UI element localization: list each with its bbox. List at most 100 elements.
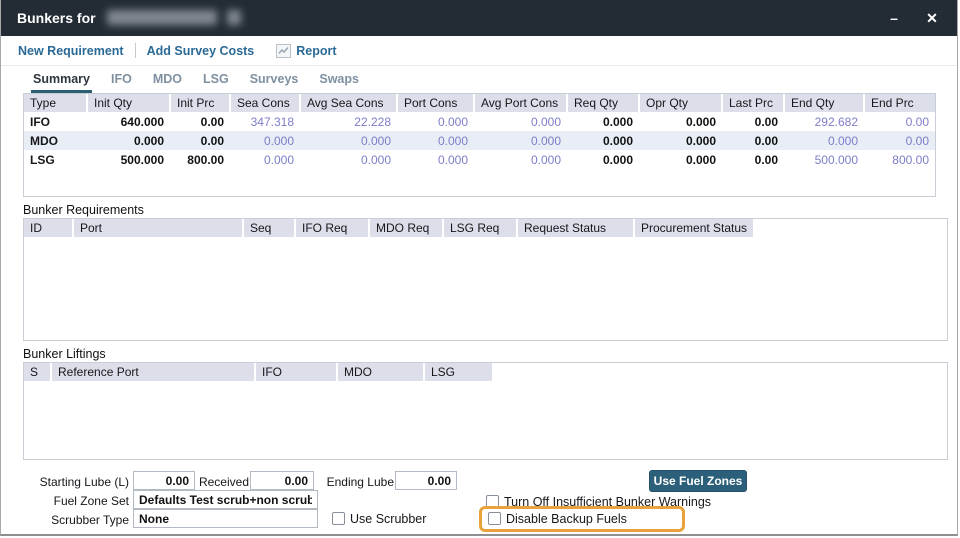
col-lsg[interactable]: LSG — [425, 363, 492, 381]
starting-lube-label: Starting Lube (L) — [1, 475, 129, 489]
cell-end-qty: 500.000 — [784, 150, 864, 169]
fuel-zone-set-field[interactable] — [133, 490, 318, 509]
cell-avg-sea-cons: 0.000 — [300, 131, 397, 150]
table-row-lsg: LSG 500.000 800.00 0.000 0.000 0.000 0.0… — [24, 150, 935, 169]
tab-surveys[interactable]: Surveys — [248, 65, 301, 93]
col-port-cons[interactable]: Port Cons — [397, 94, 474, 112]
summary-table: Type Init Qty Init Prc Sea Cons Avg Sea … — [23, 93, 936, 197]
tab-mdo[interactable]: MDO — [151, 65, 184, 93]
scrubber-type-label: Scrubber Type — [1, 513, 129, 527]
report-button[interactable]: Report — [276, 44, 336, 58]
col-procurement-status[interactable]: Procurement Status — [635, 219, 753, 237]
toolbar-divider — [135, 43, 136, 58]
col-last-prc[interactable]: Last Prc — [722, 94, 784, 112]
tab-swaps[interactable]: Swaps — [317, 65, 361, 93]
cell-opr-qty[interactable]: 0.000 — [639, 131, 722, 150]
scrubber-type-field[interactable] — [133, 509, 318, 528]
cell-avg-port-cons: 0.000 — [474, 112, 567, 131]
tab-ifo[interactable]: IFO — [109, 65, 134, 93]
col-req-qty[interactable]: Req Qty — [567, 94, 639, 112]
cell-type[interactable]: MDO — [24, 131, 87, 150]
cell-init-qty[interactable]: 640.000 — [87, 112, 170, 131]
use-fuel-zones-button[interactable]: Use Fuel Zones — [649, 470, 747, 492]
cell-sea-cons: 347.318 — [230, 112, 300, 131]
cell-req-qty[interactable]: 0.000 — [567, 112, 639, 131]
col-request-status[interactable]: Request Status — [518, 219, 633, 237]
vessel-name-redacted-suffix — [227, 10, 241, 25]
cell-end-prc: 800.00 — [864, 150, 935, 169]
cell-opr-qty[interactable]: 0.000 — [639, 112, 722, 131]
col-ifo[interactable]: IFO — [256, 363, 336, 381]
col-mdo[interactable]: MDO — [338, 363, 423, 381]
col-end-prc[interactable]: End Prc — [864, 94, 935, 112]
cell-opr-qty[interactable]: 0.000 — [639, 150, 722, 169]
add-survey-costs-button[interactable]: Add Survey Costs — [147, 44, 255, 58]
col-init-prc[interactable]: Init Prc — [170, 94, 230, 112]
minimize-button[interactable]: – — [879, 0, 909, 36]
col-sea-cons[interactable]: Sea Cons — [230, 94, 300, 112]
cell-type[interactable]: LSG — [24, 150, 87, 169]
col-ifo-req[interactable]: IFO Req — [296, 219, 368, 237]
col-port[interactable]: Port — [74, 219, 242, 237]
col-opr-qty[interactable]: Opr Qty — [639, 94, 722, 112]
col-seq[interactable]: Seq — [244, 219, 294, 237]
titlebar: Bunkers for – ✕ — [1, 0, 957, 36]
cell-avg-sea-cons: 22.228 — [300, 112, 397, 131]
received-field[interactable] — [250, 471, 314, 490]
tab-lsg[interactable]: LSG — [201, 65, 231, 93]
cell-req-qty[interactable]: 0.000 — [567, 131, 639, 150]
disable-backup-fuels-label[interactable]: Disable Backup Fuels — [506, 512, 627, 526]
cell-end-prc: 0.00 — [864, 131, 935, 150]
col-s[interactable]: S — [24, 363, 50, 381]
vessel-name-redacted — [107, 10, 217, 25]
col-avg-sea-cons[interactable]: Avg Sea Cons — [300, 94, 397, 112]
cell-init-prc[interactable]: 800.00 — [170, 150, 230, 169]
cell-init-qty[interactable]: 500.000 — [87, 150, 170, 169]
cell-init-qty[interactable]: 0.000 — [87, 131, 170, 150]
col-reference-port[interactable]: Reference Port — [52, 363, 254, 381]
cell-last-prc[interactable]: 0.00 — [722, 131, 784, 150]
bunker-liftings-header: S Reference Port IFO MDO LSG — [24, 363, 947, 381]
report-button-label: Report — [296, 44, 336, 58]
ending-lube-label: Ending Lube — [326, 475, 394, 489]
col-mdo-req[interactable]: MDO Req — [370, 219, 442, 237]
cell-avg-port-cons: 0.000 — [474, 150, 567, 169]
cell-req-qty[interactable]: 0.000 — [567, 150, 639, 169]
col-end-qty[interactable]: End Qty — [784, 94, 864, 112]
use-scrubber-checkbox[interactable] — [332, 512, 345, 525]
tab-summary[interactable]: Summary — [31, 65, 92, 93]
col-id[interactable]: ID — [24, 219, 72, 237]
cell-sea-cons: 0.000 — [230, 150, 300, 169]
cell-last-prc[interactable]: 0.00 — [722, 150, 784, 169]
col-lsg-req[interactable]: LSG Req — [444, 219, 516, 237]
cell-port-cons: 0.000 — [397, 131, 474, 150]
cell-sea-cons: 0.000 — [230, 131, 300, 150]
bunker-requirements-header: ID Port Seq IFO Req MDO Req LSG Req Requ… — [24, 219, 947, 237]
col-init-qty[interactable]: Init Qty — [87, 94, 170, 112]
dialog-title: Bunkers for — [17, 0, 96, 36]
line-chart-icon — [276, 44, 291, 58]
screen: Bunkers for – ✕ New Requirement Add Surv… — [0, 0, 960, 538]
use-scrubber-label[interactable]: Use Scrubber — [350, 512, 426, 526]
cell-init-prc[interactable]: 0.00 — [170, 112, 230, 131]
bunker-requirements-label: Bunker Requirements — [23, 203, 144, 217]
cell-end-prc: 0.00 — [864, 112, 935, 131]
cell-avg-port-cons: 0.000 — [474, 131, 567, 150]
toolbar: New Requirement Add Survey Costs Report — [1, 36, 957, 66]
tab-bar: Summary IFO MDO LSG Surveys Swaps — [1, 65, 957, 93]
col-type[interactable]: Type — [24, 94, 87, 112]
summary-header-row: Type Init Qty Init Prc Sea Cons Avg Sea … — [24, 94, 935, 112]
bunker-requirements-table: ID Port Seq IFO Req MDO Req LSG Req Requ… — [23, 218, 948, 341]
cell-init-prc[interactable]: 0.00 — [170, 131, 230, 150]
table-row-mdo: MDO 0.000 0.00 0.000 0.000 0.000 0.000 0… — [24, 131, 935, 150]
ending-lube-field[interactable] — [395, 471, 457, 490]
cell-last-prc[interactable]: 0.00 — [722, 112, 784, 131]
starting-lube-field[interactable] — [133, 471, 195, 490]
cell-port-cons: 0.000 — [397, 150, 474, 169]
close-button[interactable]: ✕ — [917, 0, 947, 36]
disable-backup-fuels-checkbox[interactable] — [488, 512, 501, 525]
new-requirement-button[interactable]: New Requirement — [18, 44, 124, 58]
bunker-liftings-table: S Reference Port IFO MDO LSG — [23, 362, 948, 460]
cell-type[interactable]: IFO — [24, 112, 87, 131]
col-avg-port-cons[interactable]: Avg Port Cons — [474, 94, 567, 112]
